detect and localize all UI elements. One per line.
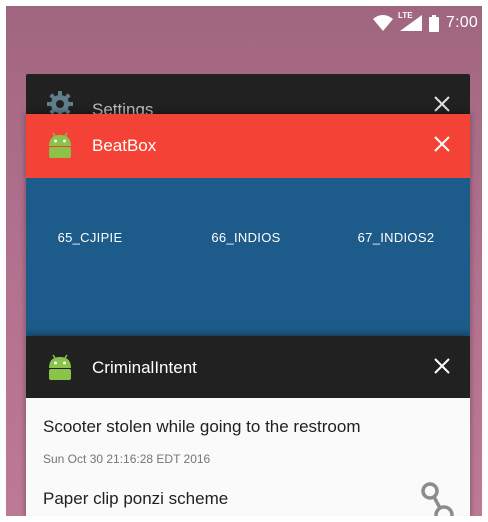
card-preview: Scooter stolen while going to the restro… — [26, 398, 470, 522]
crime-title: Scooter stolen while going to the restro… — [43, 417, 361, 436]
sound-button: 66_INDIOS — [211, 230, 281, 245]
card-title: CriminalIntent — [92, 358, 197, 377]
battery-icon — [429, 14, 440, 32]
signal-icon: LTE — [398, 11, 423, 31]
crime-date: Sun Oct 30 21:16:28 EDT 2016 — [43, 452, 211, 466]
status-time: 7:00 — [446, 14, 478, 31]
android-icon — [47, 132, 73, 158]
status-icons: LTE 7:00 — [373, 11, 478, 34]
card-header: BeatBox — [26, 114, 470, 178]
recents-screen: LTE 7:00 Settings BeatBox 65_CJIPIE 66_I… — [6, 6, 484, 522]
sound-button: 67_INDIOS2 — [357, 230, 435, 245]
card-preview: 65_CJIPIE 66_INDIOS 67_INDIOS2 — [26, 178, 470, 336]
crime-title: Paper clip ponzi scheme — [43, 489, 229, 508]
handcuffs-icon — [420, 482, 456, 522]
recent-card-beatbox[interactable]: BeatBox 65_CJIPIE 66_INDIOS 67_INDIOS2 — [26, 114, 470, 336]
status-bar: LTE 7:00 — [6, 6, 484, 42]
network-label: LTE — [398, 11, 413, 20]
android-icon — [47, 354, 73, 380]
sound-button: 65_CJIPIE — [57, 230, 123, 245]
close-icon[interactable] — [434, 96, 450, 112]
close-icon[interactable] — [434, 136, 450, 152]
recent-card-criminalintent[interactable]: CriminalIntent Scooter stolen while goin… — [26, 336, 470, 522]
card-header: CriminalIntent — [26, 336, 470, 398]
wifi-icon — [373, 15, 394, 31]
close-icon[interactable] — [434, 358, 450, 374]
card-title: BeatBox — [92, 136, 157, 155]
